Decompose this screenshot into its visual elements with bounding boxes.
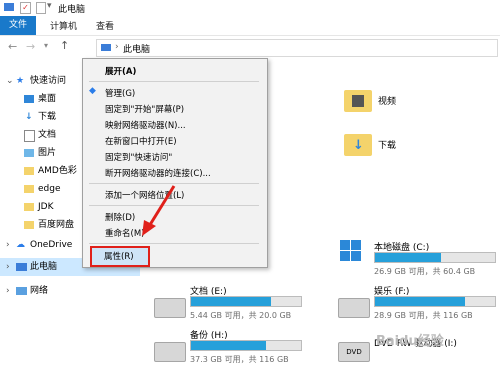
- watermark: Baidu经验: [376, 334, 444, 349]
- ribbon: 计算机 查看: [0, 16, 500, 36]
- sidebar-label: JDK: [38, 202, 54, 212]
- network-icon: [16, 287, 27, 295]
- dvd-drive-icon: DVD: [338, 342, 370, 362]
- tab-computer[interactable]: 计算机: [50, 19, 77, 32]
- windows-drive-icon: [340, 240, 362, 262]
- sidebar-label: 百度网盘: [38, 220, 75, 230]
- sidebar-label: 此电脑: [30, 262, 58, 272]
- drive-size: 26.9 GB 可用，共 60.4 GB: [374, 267, 476, 276]
- chevron-right-icon[interactable]: ›: [115, 42, 119, 52]
- chevron-right-icon[interactable]: ›: [6, 236, 10, 254]
- menu-item-manage[interactable]: 管理(G): [105, 87, 135, 99]
- computer-icon: [4, 3, 14, 11]
- drive-usage-bar: [190, 340, 302, 351]
- menu-item-map-drive[interactable]: 映射网络驱动器(N)...: [105, 119, 186, 131]
- title-bar: ✓ ▾ 此电脑: [0, 0, 500, 16]
- sidebar-label: edge: [38, 184, 61, 194]
- customize-qat-icon[interactable]: ▾: [47, 1, 52, 11]
- annotation-arrow-icon: [142, 185, 176, 236]
- drive-usage-bar: [190, 296, 302, 307]
- download-folder-icon: ↓: [344, 134, 372, 156]
- download-icon: ↓: [25, 112, 33, 122]
- menu-item-disconnect-drive[interactable]: 断开网络驱动器的连接(C)...: [105, 167, 211, 179]
- menu-item-expand[interactable]: 展开(A): [105, 65, 136, 77]
- address-bar: ← → ▾ ↑ › 此电脑: [0, 36, 500, 59]
- chevron-right-icon[interactable]: ›: [6, 282, 10, 300]
- menu-item-pin-quick-access[interactable]: 固定到"快速访问": [105, 151, 172, 163]
- sidebar-label: 网络: [30, 286, 49, 296]
- download-icon: ↓: [353, 138, 364, 153]
- drive-usage-bar: [374, 296, 496, 307]
- folder-label: 下载: [378, 141, 397, 151]
- address-box[interactable]: › 此电脑: [96, 39, 498, 57]
- computer-icon: [101, 44, 111, 51]
- sidebar-label: 文档: [38, 130, 57, 140]
- menu-item-open-new-window[interactable]: 在新窗口中打开(E): [105, 135, 177, 147]
- menu-item-delete[interactable]: 删除(D): [105, 211, 135, 223]
- cloud-icon: ☁: [16, 240, 25, 250]
- menu-separator: [89, 243, 259, 244]
- menu-item-rename[interactable]: 重命名(M): [105, 227, 144, 239]
- computer-icon: [16, 263, 27, 271]
- drive-size: 28.9 GB 可用，共 116 GB: [374, 311, 473, 320]
- forward-arrow-icon[interactable]: →: [26, 40, 35, 53]
- chevron-down-icon[interactable]: ⌄: [6, 72, 14, 90]
- sidebar-label: OneDrive: [30, 240, 73, 250]
- video-folder-icon: [344, 90, 372, 112]
- folder-icon: [24, 185, 34, 193]
- new-folder-icon[interactable]: [36, 2, 46, 14]
- chevron-right-icon[interactable]: ›: [6, 258, 10, 276]
- folder-icon: [24, 203, 34, 211]
- folder-label: 视频: [378, 97, 397, 107]
- shield-icon: ◆: [89, 86, 96, 96]
- folder-downloads[interactable]: ↓: [344, 134, 372, 156]
- drive-icon: [154, 342, 186, 362]
- folder-icon: [24, 167, 34, 175]
- sidebar-label: AMD色彩: [38, 166, 77, 176]
- drive-size: 37.3 GB 可用，共 116 GB: [190, 355, 289, 364]
- sidebar-label: 下载: [38, 112, 57, 122]
- recent-dropdown-icon[interactable]: ▾: [44, 41, 48, 50]
- address-path: 此电脑: [123, 45, 151, 55]
- drive-icon: [154, 298, 186, 318]
- menu-item-properties[interactable]: 属性(R): [90, 246, 150, 267]
- menu-item-pin-start[interactable]: 固定到"开始"屏幕(P): [105, 103, 184, 115]
- menu-separator: [89, 81, 259, 82]
- film-icon: [352, 95, 364, 107]
- drive-icon: [338, 298, 370, 318]
- picture-icon: [24, 149, 34, 157]
- up-arrow-icon[interactable]: ↑: [60, 39, 69, 52]
- document-icon: [24, 130, 35, 142]
- tab-file[interactable]: 文件: [0, 16, 36, 35]
- drive-usage-bar: [374, 252, 496, 263]
- sidebar-label: 图片: [38, 148, 57, 158]
- window-title: 此电脑: [58, 5, 86, 15]
- sidebar-label: 桌面: [38, 94, 57, 104]
- tab-view[interactable]: 查看: [96, 19, 114, 32]
- properties-icon[interactable]: ✓: [20, 2, 31, 14]
- folder-videos[interactable]: [344, 90, 372, 112]
- menu-item-label: 属性(R): [104, 252, 134, 262]
- folder-icon: [24, 221, 34, 229]
- desktop-icon: [24, 95, 34, 103]
- drive-size: 5.44 GB 可用，共 20.0 GB: [190, 311, 292, 320]
- sidebar-label: 快速访问: [30, 76, 67, 86]
- star-icon: ★: [16, 76, 25, 86]
- back-arrow-icon[interactable]: ←: [8, 40, 17, 53]
- sidebar-item-network[interactable]: › 网络: [0, 282, 140, 300]
